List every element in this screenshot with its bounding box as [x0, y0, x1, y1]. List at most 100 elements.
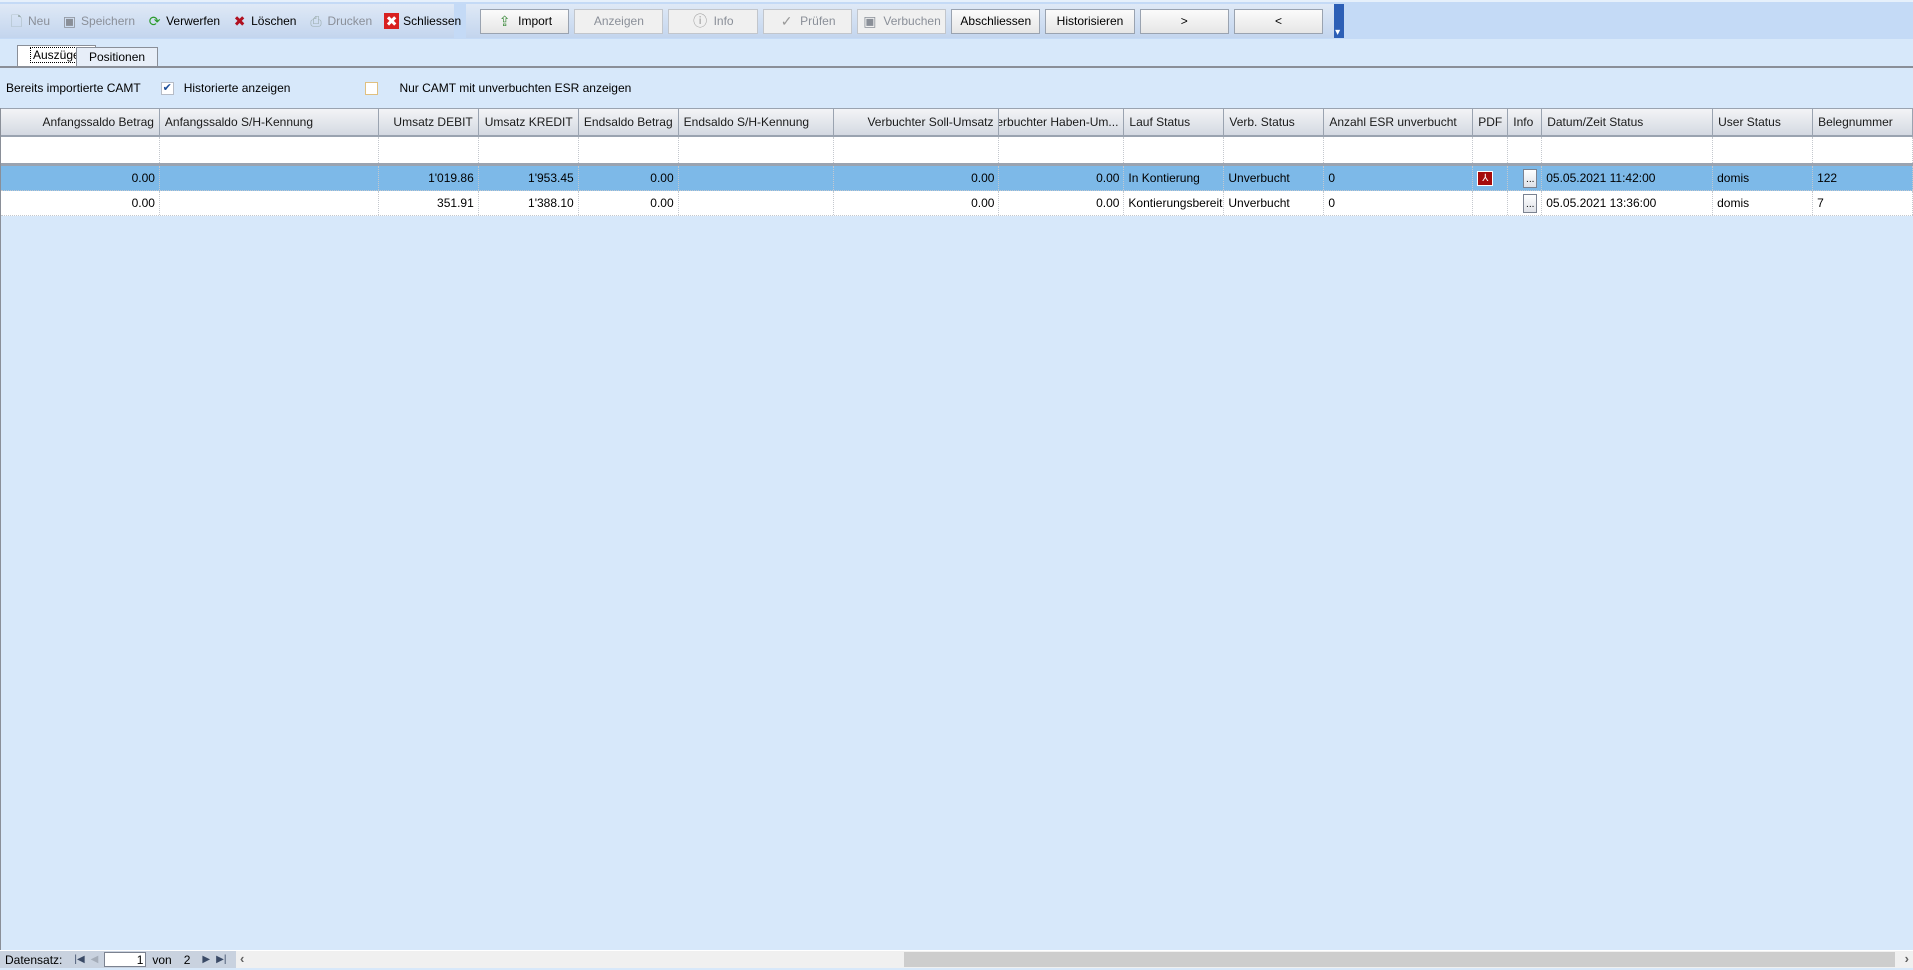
of-label: von	[152, 952, 172, 967]
cell-pdf	[1473, 191, 1509, 215]
column-header-verbuchter-haben-um[interactable]: Verbuchter Haben-Um...	[999, 109, 1125, 135]
scroll-right-icon[interactable]: ›	[1905, 951, 1909, 966]
record-number-input[interactable]	[104, 952, 147, 967]
cell-umsatz-kredit: 1'388.10	[479, 191, 579, 215]
pdf-icon[interactable]: ⅄	[1477, 170, 1494, 186]
abschliessen-button[interactable]: Abschliessen	[951, 8, 1041, 34]
grid-filter-row	[1, 137, 1913, 166]
toolbar-overflow-button[interactable]	[1334, 4, 1345, 38]
horizontal-scrollbar[interactable]: ‹ ›	[236, 950, 1913, 968]
loeschen-button[interactable]: ✖ Löschen	[227, 8, 301, 34]
cell-anzahl-esr-unverbucht: 0	[1324, 191, 1474, 215]
cell-lauf-status: In Kontierung	[1124, 166, 1225, 190]
filter-bar: Bereits importierte CAMT ✔ Historierte a…	[0, 68, 1913, 108]
cell-endsaldo-betrag: 0.00	[579, 191, 679, 215]
footer: Datensatz: |◀ ◀ von 2 ▶ ▶| ‹ ›	[0, 950, 1913, 968]
info-details-button[interactable]: ...	[1523, 193, 1538, 213]
filter-cell[interactable]	[1508, 137, 1543, 163]
info-details-button[interactable]: ...	[1523, 168, 1538, 188]
import-icon: ⇪	[498, 13, 511, 29]
column-header-anzahl-esr-unverbucht[interactable]: Anzahl ESR unverbucht	[1324, 109, 1474, 135]
neu-button[interactable]: 🗋 Neu	[4, 8, 55, 34]
filter-cell[interactable]	[679, 137, 834, 163]
cell-verbuchter-haben-um: 0.00	[999, 166, 1125, 190]
cell-umsatz-debit: 1'019.86	[379, 166, 479, 190]
cell-umsatz-kredit: 1'953.45	[479, 166, 579, 190]
cell-user-status: domis	[1713, 191, 1814, 215]
close-icon: ✖	[384, 13, 400, 29]
show-historized-checkbox[interactable]: ✔	[160, 81, 174, 95]
column-header-endsaldo-betrag[interactable]: Endsaldo Betrag	[579, 109, 679, 135]
filter-cell[interactable]	[1124, 137, 1225, 163]
tab-positionen[interactable]: Positionen	[76, 47, 159, 66]
show-historized-label: Historierte anzeigen	[183, 81, 291, 95]
column-header-umsatz-debit[interactable]: Umsatz DEBIT	[379, 109, 479, 135]
historisieren-button[interactable]: Historisieren	[1045, 8, 1135, 34]
record-label: Datensatz:	[5, 952, 63, 967]
last-record-button[interactable]: ▶|	[216, 954, 226, 965]
cell-lauf-status: Kontierungsbereit	[1124, 191, 1225, 215]
cell-verbuchter-soll-umsatz: 0.00	[834, 191, 1000, 215]
column-header-anfangssaldo-s-h-kennung[interactable]: Anfangssaldo S/H-Kennung	[160, 109, 379, 135]
next-record-button[interactable]: ▶	[202, 954, 210, 965]
column-header-lauf-status[interactable]: Lauf Status	[1124, 109, 1225, 135]
delete-x-icon: ✖	[233, 13, 246, 29]
first-record-button[interactable]: |◀	[74, 954, 84, 965]
scrollbar-thumb[interactable]	[904, 952, 1895, 967]
filter-cell[interactable]	[1713, 137, 1814, 163]
statements-grid: Anfangssaldo Betrag Anfangssaldo S/H-Kenn…	[0, 108, 1913, 950]
verbuchen-button[interactable]: ▣ Verbuchen	[856, 8, 947, 34]
grid-header: Anfangssaldo Betrag Anfangssaldo S/H-Kenn…	[1, 108, 1913, 137]
schliessen-button[interactable]: ✖ Schliessen	[379, 8, 466, 34]
filter-cell[interactable]	[1542, 137, 1714, 163]
table-row[interactable]: 0.00 351.91 1'388.10 0.00 0.00 0.00 Kontierung…	[1, 191, 1913, 216]
cell-verbuchter-soll-umsatz: 0.00	[834, 166, 1000, 190]
import-button[interactable]: ⇪ Import	[480, 8, 570, 34]
column-header-verb-status[interactable]: Verb. Status	[1224, 109, 1325, 135]
cell-anfangssaldo-betrag: 0.00	[1, 191, 160, 215]
table-row[interactable]: 0.00 1'019.86 1'953.45 0.00 0.00 0.00 In Konti…	[1, 166, 1913, 191]
only-unbooked-esr-checkbox[interactable]	[365, 81, 379, 95]
cell-endsaldo-s-h-kennung	[679, 166, 834, 190]
column-header-umsatz-kredit[interactable]: Umsatz KREDIT	[479, 109, 579, 135]
toolbar: 🗋 Neu ▣ Speichern ⟳ Verwerfen ✖ Löschen ⎙ Drucken…	[0, 0, 1913, 39]
cell-anfangssaldo-betrag: 0.00	[1, 166, 160, 190]
filter-cell[interactable]	[479, 137, 579, 163]
column-header-endsaldo-s-h-kennung[interactable]: Endsaldo S/H-Kennung	[679, 109, 834, 135]
column-header-belegnummer[interactable]: Belegnummer	[1813, 109, 1913, 135]
info-button[interactable]: ⓘ Info	[668, 8, 758, 34]
column-header-user-status[interactable]: User Status	[1713, 109, 1814, 135]
next-button[interactable]: >	[1139, 8, 1229, 34]
filter-cell[interactable]	[579, 137, 679, 163]
scroll-left-icon[interactable]: ‹	[240, 951, 244, 966]
filter-cell[interactable]	[1224, 137, 1325, 163]
save-icon: ▣	[62, 13, 77, 29]
filter-cell[interactable]	[834, 137, 1000, 163]
previous-button[interactable]: <	[1233, 8, 1324, 34]
drucken-button[interactable]: ⎙ Drucken	[303, 8, 377, 34]
cell-anzahl-esr-unverbucht: 0	[1324, 166, 1474, 190]
filter-title: Bereits importierte CAMT	[6, 81, 141, 95]
cell-endsaldo-betrag: 0.00	[579, 166, 679, 190]
action-toolbar: ⇪ Import Anzeigen ⓘ Info ✓ Prüfen ▣ Verbuchen Abs…	[466, 4, 1345, 38]
previous-record-button[interactable]: ◀	[91, 954, 99, 965]
column-header-pdf[interactable]: PDF	[1473, 109, 1509, 135]
cell-verb-status: Unverbucht	[1224, 166, 1325, 190]
filter-cell[interactable]	[1, 137, 160, 163]
verwerfen-button[interactable]: ⟳ Verwerfen	[142, 8, 225, 34]
anzeigen-button[interactable]: Anzeigen	[574, 8, 664, 34]
filter-cell[interactable]	[160, 137, 379, 163]
main-toolbar: 🗋 Neu ▣ Speichern ⟳ Verwerfen ✖ Löschen ⎙ Drucken…	[0, 4, 474, 38]
pruefen-button[interactable]: ✓ Prüfen	[762, 8, 852, 34]
column-header-info[interactable]: Info	[1508, 109, 1543, 135]
column-header-verbuchter-soll-umsatz[interactable]: Verbuchter Soll-Umsatz	[834, 109, 1000, 135]
column-header-anfangssaldo-betrag[interactable]: Anfangssaldo Betrag	[1, 109, 160, 135]
column-header-datum-zeit-status[interactable]: Datum/Zeit Status	[1542, 109, 1714, 135]
filter-cell[interactable]	[1324, 137, 1474, 163]
filter-cell[interactable]	[1473, 137, 1509, 163]
filter-cell[interactable]	[999, 137, 1125, 163]
filter-cell[interactable]	[1813, 137, 1913, 163]
discard-refresh-icon: ⟳	[148, 13, 161, 29]
filter-cell[interactable]	[379, 137, 479, 163]
speichern-button[interactable]: ▣ Speichern	[57, 8, 140, 34]
